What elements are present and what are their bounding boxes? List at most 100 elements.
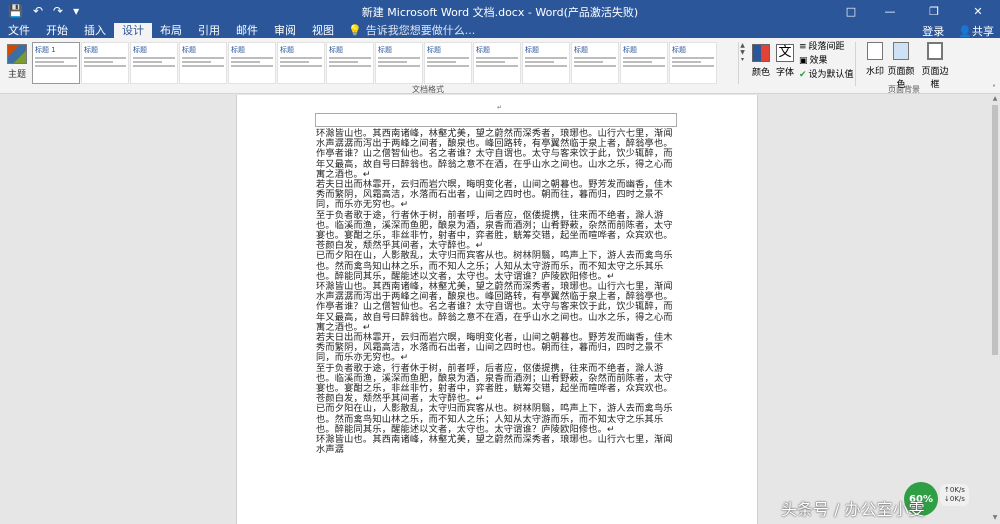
signin-link[interactable]: 登录 [922, 23, 944, 39]
style-set-thumb-title: 标题 [476, 46, 490, 54]
style-set-thumb[interactable]: 标题 [228, 42, 276, 84]
style-set-thumb[interactable]: 标题 [522, 42, 570, 84]
style-set-thumb-title: 标题 [672, 46, 686, 54]
vertical-scrollbar[interactable]: ▲ ▼ [990, 95, 1000, 524]
page-borders-button[interactable]: 页面边框 [918, 42, 952, 90]
ribbon-display-options-button[interactable]: □ [834, 0, 868, 22]
thumb-line [672, 61, 702, 63]
thumb-line [623, 57, 665, 59]
thumb-line [280, 61, 310, 63]
thumb-line [623, 61, 653, 63]
minimize-button[interactable]: — [868, 0, 912, 22]
paragraph-spacing-icon: ≡ [799, 42, 807, 52]
colors-button[interactable]: 颜色 [748, 44, 774, 84]
thumb-line [476, 61, 506, 63]
document-body[interactable]: 环滁皆山也。其西南诸峰，林壑尤美，望之蔚然而深秀者，琅琊也。山行六七里，渐闻水声… [316, 128, 680, 456]
group-label-document-format: 文档格式 [412, 85, 444, 94]
tab-file[interactable]: 文件 [0, 23, 38, 38]
style-set-thumb[interactable]: 标题 [571, 42, 619, 84]
style-set-thumb[interactable]: 标题 [179, 42, 227, 84]
paragraph: 环滁皆山也。其西南诸峰，林壑尤美，望之蔚然而深秀者，琅琊也。山行六七里，渐闻水声… [316, 128, 673, 180]
thumb-line [84, 65, 126, 67]
chevron-up-icon[interactable]: ▲ [739, 42, 746, 49]
style-set-thumb[interactable]: 标题 [473, 42, 521, 84]
gallery-scroll-buttons[interactable]: ▲ ▼ ▾ [738, 42, 746, 84]
scroll-thumb[interactable] [992, 105, 998, 355]
style-set-thumb[interactable]: 标题 [669, 42, 717, 84]
thumb-line [672, 65, 714, 67]
tab-home[interactable]: 开始 [38, 23, 76, 38]
paragraph: 已而夕阳在山，人影散乱，太守归而宾客从也。树林阴翳，鸣声上下，游人去而禽鸟乐也。… [316, 403, 673, 435]
fonts-label: 字体 [775, 68, 794, 78]
tab-view[interactable]: 视图 [304, 23, 342, 38]
thumb-line [525, 61, 555, 63]
thumb-line [182, 65, 224, 67]
tab-references[interactable]: 引用 [190, 23, 228, 38]
ribbon-separator [855, 42, 856, 86]
thumb-line [427, 57, 469, 59]
close-button[interactable]: ✕ [956, 0, 1000, 22]
themes-button[interactable]: 主题 [4, 44, 30, 84]
style-set-thumb[interactable]: 标题 [424, 42, 472, 84]
page-color-button[interactable]: 页面颜色 [884, 42, 918, 90]
effects-icon: ▣ [799, 56, 808, 66]
style-set-thumb[interactable]: 标题 [620, 42, 668, 84]
gallery-more-icon[interactable]: ▾ [739, 56, 746, 63]
restore-button[interactable]: ❐ [912, 0, 956, 22]
thumb-line [329, 65, 371, 67]
upload-speed-value: 0K/s [949, 486, 965, 494]
style-set-thumb[interactable]: 标题 1 [32, 42, 80, 84]
style-set-thumb-title: 标题 [378, 46, 392, 54]
paragraph: 若夫日出而林霏开，云归而岩穴暝，晦明变化者，山间之朝暮也。野芳发而幽香，佳木秀而… [316, 332, 673, 364]
thumb-line [427, 65, 469, 67]
paragraph: 已而夕阳在山，人影散乱，太守归而宾客从也。树林阴翳，鸣声上下，游人去而禽鸟乐也。… [316, 250, 673, 282]
colors-label: 颜色 [751, 68, 770, 78]
download-speed-value: 0K/s [949, 495, 965, 503]
scroll-down-icon[interactable]: ▼ [990, 514, 1000, 524]
themes-icon [7, 44, 27, 64]
style-set-thumb-title: 标题 [231, 46, 245, 54]
tab-insert[interactable]: 插入 [76, 23, 114, 38]
thumb-line [525, 65, 567, 67]
scroll-up-icon[interactable]: ▲ [990, 95, 1000, 105]
style-set-thumb-title: 标题 [133, 46, 147, 54]
paragraph: 若夫日出而林霏开，云归而岩穴暝，晦明变化者，山间之朝暮也。野芳发而幽香，佳木秀而… [316, 179, 673, 211]
thumb-line [133, 57, 175, 59]
tell-me-search[interactable]: 💡 告诉我您想要做什么... [348, 22, 475, 38]
tab-layout[interactable]: 布局 [152, 23, 190, 38]
paragraph-spacing-button[interactable]: ≡ 段落间距 [799, 40, 859, 54]
format-options: ≡ 段落间距 ▣ 效果 ✔ 设为默认值 [799, 40, 859, 82]
style-set-thumb-title: 标题 1 [35, 46, 56, 54]
document-area: ↵ 环滁皆山也。其西南诸峰，林壑尤美，望之蔚然而深秀者，琅琊也。山行六七里，渐闻… [0, 95, 1000, 524]
thumb-line [476, 65, 518, 67]
style-set-thumb-title: 标题 [329, 46, 343, 54]
thumb-line [35, 65, 77, 67]
tab-mailings[interactable]: 邮件 [228, 23, 266, 38]
thumb-line [574, 61, 604, 63]
themes-label: 主题 [7, 70, 26, 80]
document-page[interactable]: ↵ 环滁皆山也。其西南诸峰，林壑尤美，望之蔚然而深秀者，琅琊也。山行六七里，渐闻… [236, 95, 758, 524]
style-set-gallery: 标题 1 标题 标题 标题 标题 标题 标题 标题 标题 标题 标题 标题 标题… [32, 42, 740, 86]
style-set-thumb[interactable]: 标题 [130, 42, 178, 84]
chevron-down-icon[interactable]: ▼ [739, 49, 746, 56]
style-set-thumb[interactable]: 标题 [375, 42, 423, 84]
style-set-thumb[interactable]: 标题 [81, 42, 129, 84]
share-button[interactable]: 👤共享 [958, 23, 994, 39]
thumb-line [623, 65, 665, 67]
page-header[interactable] [315, 113, 677, 127]
style-set-thumb[interactable]: 标题 [277, 42, 325, 84]
image-watermark: 头条号 / 办公室小雯 [781, 500, 925, 519]
effects-button[interactable]: ▣ 效果 [799, 54, 859, 68]
set-as-default-button[interactable]: ✔ 设为默认值 [799, 68, 859, 82]
thumb-line [231, 65, 273, 67]
page-color-icon [893, 42, 909, 60]
thumb-line [378, 57, 420, 59]
collapse-ribbon-icon[interactable]: ˄ [992, 84, 996, 93]
page-borders-label: 页面边框 [921, 67, 949, 90]
style-set-thumb[interactable]: 标题 [326, 42, 374, 84]
share-label: 共享 [972, 25, 994, 38]
group-label-page-background: 页面背景 [888, 85, 920, 94]
tab-review[interactable]: 审阅 [266, 23, 304, 38]
fonts-button[interactable]: 文 字体 [772, 44, 798, 84]
tab-design[interactable]: 设计 [114, 23, 152, 38]
